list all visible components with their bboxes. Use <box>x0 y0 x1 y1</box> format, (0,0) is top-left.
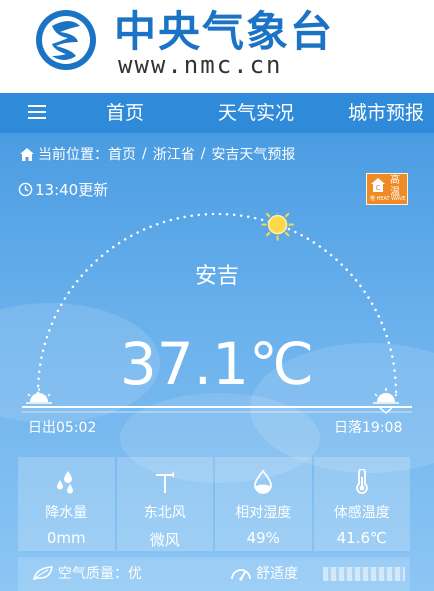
alert-text-1: 高 <box>390 175 400 186</box>
metric-card-wind[interactable]: 东北风 微风 <box>116 457 213 551</box>
metric-label: 体感温度 <box>333 505 390 521</box>
air-quality-text: 空气质量：优 <box>58 566 142 582</box>
update-time: 13:40更新 <box>18 179 108 200</box>
home-icon <box>20 147 34 161</box>
nmc-logo-icon[interactable] <box>30 6 102 74</box>
metric-card-precipitation[interactable]: 降水量 0mm <box>18 457 115 551</box>
breadcrumb-link-home[interactable]: 首页 <box>108 144 136 164</box>
thermometer-icon <box>355 469 368 494</box>
metric-value: 0mm <box>46 529 86 547</box>
sunrise-time: 日出05:02 <box>28 420 97 436</box>
wind-vane-icon <box>155 471 174 493</box>
leaf-icon <box>33 566 53 581</box>
hamburger-menu-icon[interactable] <box>28 105 46 121</box>
alert-house-icon: C <box>371 178 385 192</box>
comfort-text: 舒适度 <box>256 566 298 582</box>
raindrops-icon <box>57 471 74 494</box>
humidity-drop-icon <box>254 469 273 494</box>
metric-value: 微风 <box>149 531 180 549</box>
breadcrumb-prefix: 当前位置： <box>38 147 108 163</box>
current-temperature: 37.1℃ <box>119 330 315 398</box>
breadcrumb-current: 安吉天气预报 <box>211 147 296 163</box>
metric-card-humidity[interactable]: 相对湿度 49% <box>215 457 312 551</box>
air-quality[interactable]: 空气质量：优 <box>32 563 142 583</box>
metric-value: 41.6℃ <box>336 529 387 547</box>
metric-label: 降水量 <box>45 505 88 521</box>
site-header: 中央气象台 www.nmc.cn <box>0 0 434 93</box>
svg-text:C: C <box>376 184 381 192</box>
gauge-icon <box>231 569 251 581</box>
nav-item-live-weather[interactable]: 天气实况 <box>218 93 294 133</box>
sun-position-icon <box>261 213 294 241</box>
alert-text-3: 橙 HEAT WAVE <box>370 196 406 202</box>
weather-panel: 当前位置： 首页 / 浙江省 / 安吉天气预报 13:40更新 C 高 温 橙 … <box>0 133 434 591</box>
index-strip: 空气质量：优 舒适度 <box>18 557 410 591</box>
metric-label: 相对湿度 <box>235 505 292 521</box>
heat-alert-badge[interactable]: C 高 温 橙 HEAT WAVE <box>366 173 408 205</box>
metric-value: 49% <box>246 529 280 547</box>
breadcrumb-separator: / <box>142 146 147 162</box>
city-name: 安吉 <box>194 264 239 289</box>
clock-icon <box>18 182 33 197</box>
nav-item-city-forecast[interactable]: 城市预报 <box>348 93 424 133</box>
brand-name: 中央气象台 <box>114 7 335 56</box>
main-nav: 首页 天气实况 城市预报 <box>0 93 434 133</box>
comfort-index[interactable]: 舒适度 <box>230 563 298 583</box>
breadcrumb: 当前位置： 首页 / 浙江省 / 安吉天气预报 <box>20 144 295 164</box>
metric-card-feels-like[interactable]: 体感温度 41.6℃ <box>313 457 410 551</box>
metric-cards: 降水量 0mm 东北风 微风 相对湿度 49% 体感温度 41.6℃ <box>18 457 410 551</box>
breadcrumb-separator: / <box>200 146 206 162</box>
obscured-content <box>323 567 405 581</box>
nav-item-home[interactable]: 首页 <box>106 93 144 133</box>
brand-url: www.nmc.cn <box>118 51 283 79</box>
metric-label: 东北风 <box>143 505 186 521</box>
sunset-time: 日落19:08 <box>334 420 403 436</box>
breadcrumb-link-province[interactable]: 浙江省 <box>153 144 195 164</box>
update-time-text: 13:40更新 <box>35 181 109 199</box>
